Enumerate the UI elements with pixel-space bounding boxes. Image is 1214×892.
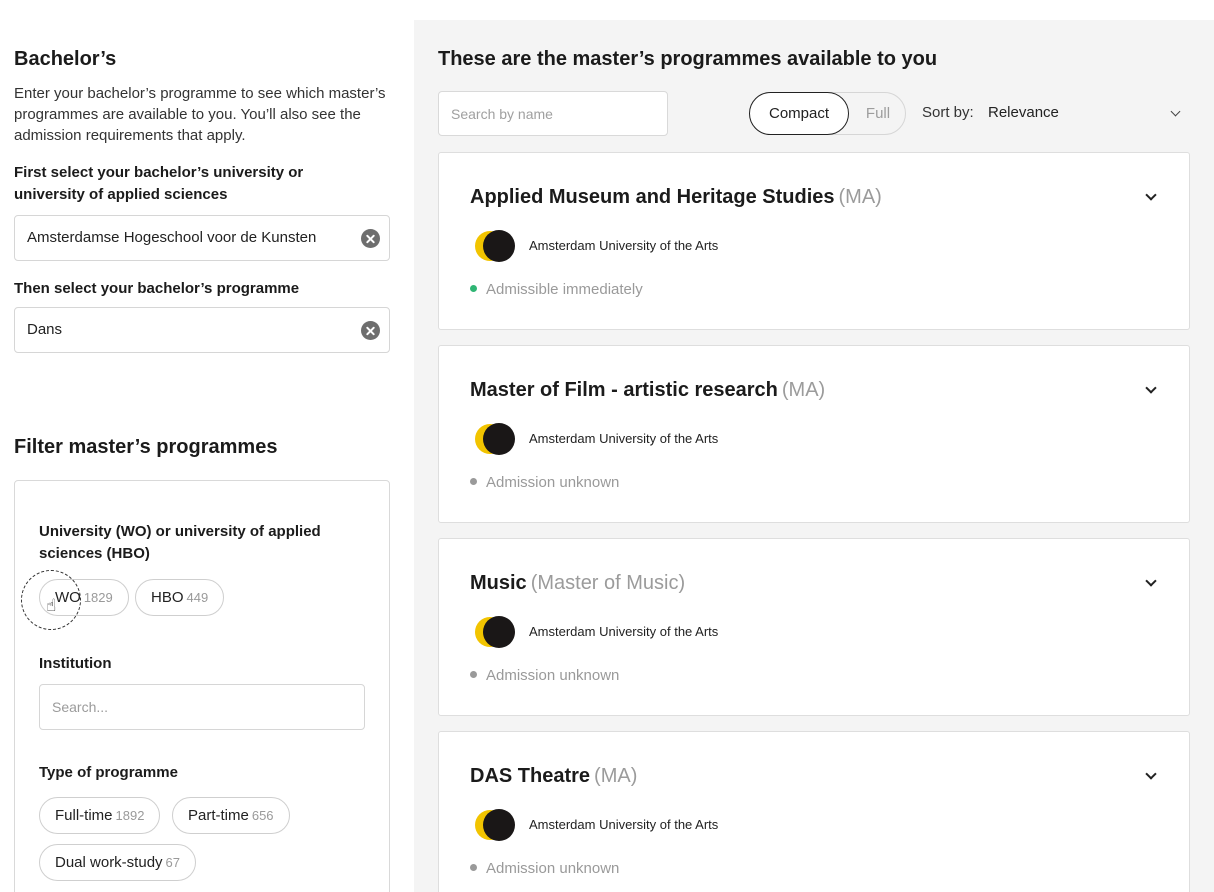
hand-pointer-icon: ☝ bbox=[46, 596, 57, 615]
pill-label: Full-time bbox=[55, 807, 113, 824]
filter-box: University (WO) or university of applied… bbox=[14, 480, 390, 892]
programme-title[interactable]: Applied Museum and Heritage Studies (MA) bbox=[470, 186, 882, 209]
search-input[interactable] bbox=[438, 91, 668, 136]
status-dot bbox=[470, 864, 477, 871]
filter-pill-hbo[interactable]: HBO 449 bbox=[135, 579, 225, 616]
sort-select[interactable]: Relevance bbox=[988, 104, 1059, 121]
programme-type: (MA) bbox=[594, 765, 638, 787]
programme-label: Then select your bachelor’s programme bbox=[14, 280, 300, 297]
programme-card[interactable]: Music (Master of Music) Amsterdam Univers… bbox=[438, 538, 1190, 716]
institution-logo bbox=[475, 616, 515, 648]
filter-pill-part-time[interactable]: Part-time 656 bbox=[172, 797, 290, 834]
university-value: Amsterdamse Hogeschool voor de Kunsten bbox=[27, 229, 317, 246]
institution-logo bbox=[475, 809, 515, 841]
chevron-down-icon[interactable] bbox=[1170, 106, 1181, 117]
results-title: These are the master’s programmes availa… bbox=[438, 48, 938, 70]
pill-label: HBO bbox=[151, 589, 184, 606]
sort-label: Sort by: bbox=[922, 104, 974, 121]
programme-type: (MA) bbox=[781, 379, 826, 401]
bachelor-intro: Enter your bachelor’s programme to see w… bbox=[14, 85, 386, 144]
programme-card[interactable]: Applied Museum and Heritage Studies (MA) … bbox=[438, 152, 1190, 330]
results-panel: These are the master’s programmes availa… bbox=[414, 20, 1214, 892]
chevron-down-icon[interactable] bbox=[1145, 382, 1157, 394]
chevron-down-icon[interactable] bbox=[1145, 768, 1157, 780]
view-full-button[interactable]: Full bbox=[850, 93, 906, 134]
type-filter-label: Type of programme bbox=[39, 764, 178, 781]
programme-card[interactable]: DAS Theatre (MA) Amsterdam University of … bbox=[438, 731, 1190, 892]
status-text: Admissible immediately bbox=[486, 281, 643, 298]
status-text: Admission unknown bbox=[486, 860, 620, 877]
programme-name: DAS Theatre bbox=[470, 765, 591, 787]
institution-search-input[interactable] bbox=[39, 684, 365, 730]
status-dot bbox=[470, 671, 477, 678]
programme-name: Music bbox=[470, 572, 527, 594]
programme-card[interactable]: Master of Film - artistic research (MA) A… bbox=[438, 345, 1190, 523]
university-label: First select your bachelor’s university … bbox=[14, 164, 304, 203]
programme-title[interactable]: Music (Master of Music) bbox=[470, 572, 685, 595]
pill-count: 1892 bbox=[115, 808, 145, 823]
programme-title[interactable]: DAS Theatre (MA) bbox=[470, 765, 637, 788]
institution-logo bbox=[475, 230, 515, 262]
institution-filter-label: Institution bbox=[39, 655, 112, 672]
institution-logo bbox=[475, 423, 515, 455]
clear-icon[interactable] bbox=[361, 321, 380, 340]
view-compact-button[interactable]: Compact bbox=[749, 92, 849, 135]
programme-name: Applied Museum and Heritage Studies bbox=[470, 186, 835, 208]
programme-name: Master of Film - artistic research bbox=[470, 379, 778, 401]
admission-status: Admission unknown bbox=[470, 860, 619, 877]
admission-status: Admission unknown bbox=[470, 474, 619, 491]
programme-value: Dans bbox=[27, 321, 63, 338]
programme-type: (MA) bbox=[838, 186, 882, 208]
institution-name: Amsterdam University of the Arts bbox=[529, 817, 719, 832]
university-select[interactable]: Amsterdamse Hogeschool voor de Kunsten bbox=[14, 215, 390, 261]
programme-type: (Master of Music) bbox=[530, 572, 686, 594]
pill-label: Dual work-study bbox=[55, 854, 163, 871]
filter-heading: Filter master’s programmes bbox=[14, 436, 278, 458]
pill-label: Part-time bbox=[188, 807, 249, 824]
pill-count: 449 bbox=[186, 590, 209, 605]
clear-icon[interactable] bbox=[361, 229, 380, 248]
status-dot bbox=[470, 478, 477, 485]
level-filter-label: University (WO) or university of applied… bbox=[39, 523, 321, 562]
status-dot bbox=[470, 285, 477, 292]
admission-status: Admissible immediately bbox=[470, 281, 643, 298]
filter-pill-dual-work-study[interactable]: Dual work-study 67 bbox=[39, 844, 197, 881]
programme-title[interactable]: Master of Film - artistic research (MA) bbox=[470, 379, 825, 402]
chevron-down-icon[interactable] bbox=[1145, 575, 1157, 587]
status-text: Admission unknown bbox=[486, 667, 620, 684]
filter-pill-full-time[interactable]: Full-time 1892 bbox=[39, 797, 161, 834]
bachelor-heading: Bachelor’s bbox=[14, 48, 117, 70]
status-text: Admission unknown bbox=[486, 474, 620, 491]
pill-count: 656 bbox=[251, 808, 274, 823]
pill-count: 1829 bbox=[83, 590, 113, 605]
admission-status: Admission unknown bbox=[470, 667, 619, 684]
view-toggle: Full Compact bbox=[749, 92, 906, 135]
pill-count: 67 bbox=[165, 855, 181, 870]
chevron-down-icon[interactable] bbox=[1145, 189, 1157, 201]
institution-name: Amsterdam University of the Arts bbox=[529, 431, 719, 446]
institution-name: Amsterdam University of the Arts bbox=[529, 238, 719, 253]
institution-name: Amsterdam University of the Arts bbox=[529, 624, 719, 639]
programme-select[interactable]: Dans bbox=[14, 307, 390, 353]
